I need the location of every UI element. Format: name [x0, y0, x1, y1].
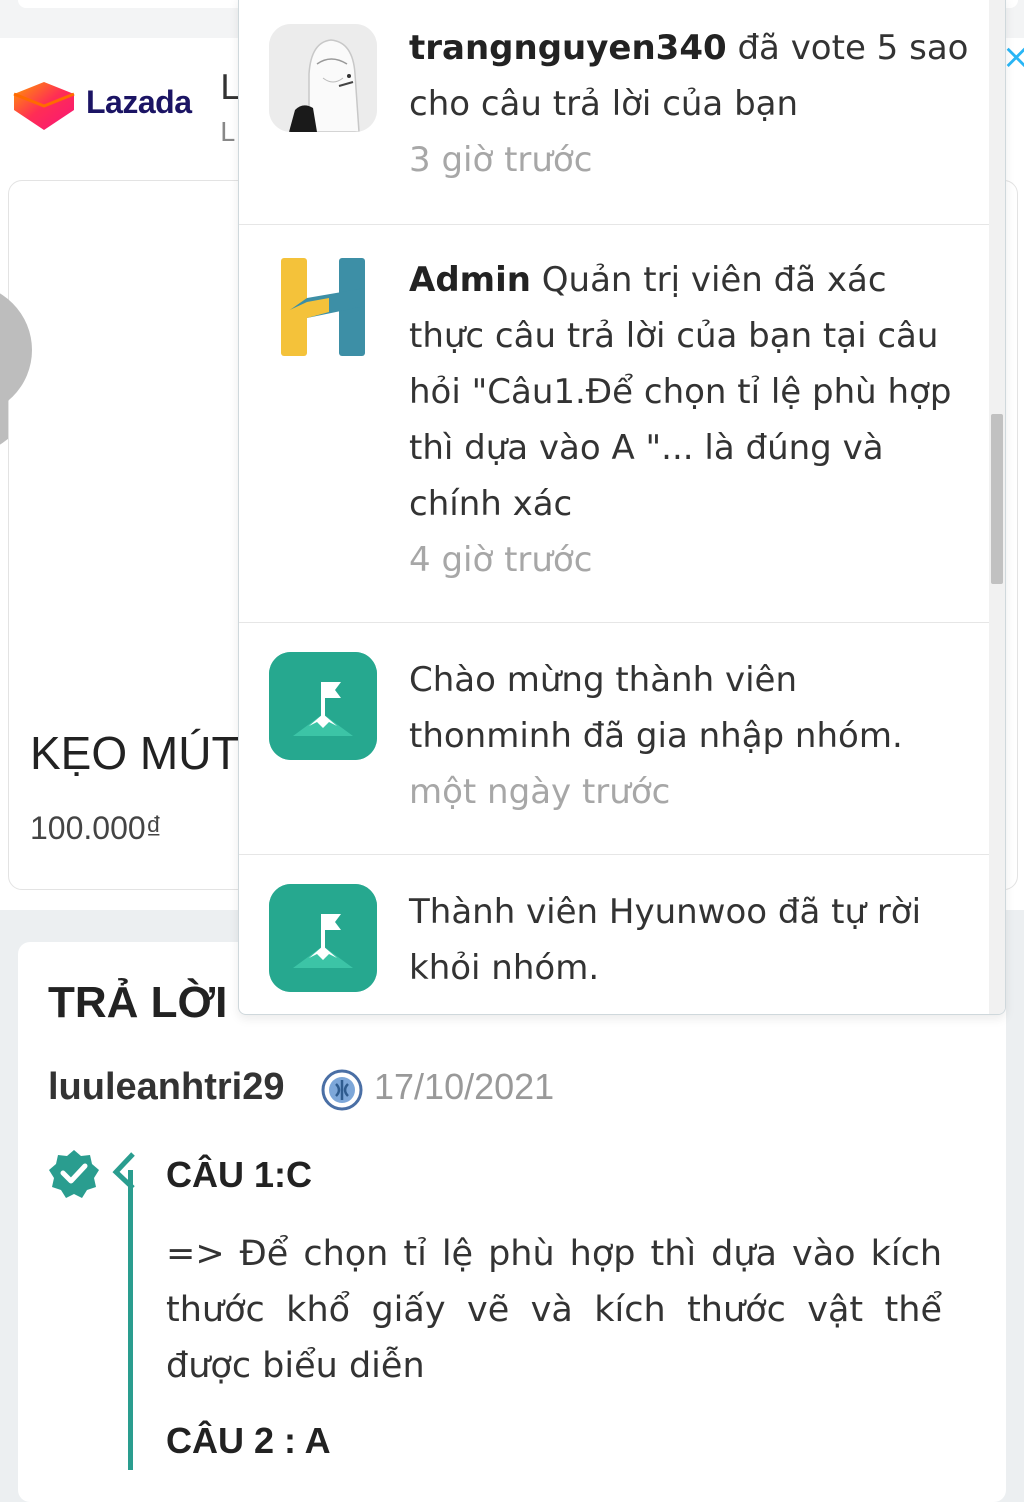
- answer-question-1: CÂU 1:C: [166, 1154, 313, 1195]
- notification-item[interactable]: Chào mừng thành viên thonminh đã gia nhậ…: [239, 622, 989, 855]
- notification-user[interactable]: trangnguyen340: [409, 28, 727, 68]
- hoc24-logo-icon: [281, 258, 365, 356]
- user-photo-icon: [269, 24, 377, 132]
- answer-username[interactable]: luuleanhtri29: [48, 1066, 285, 1109]
- verified-check-icon: [49, 1150, 135, 1198]
- answer-heading: TRẢ LỜI: [48, 978, 228, 1027]
- notification-text: Chào mừng thành viên thonminh đã gia nhậ…: [409, 652, 969, 820]
- group-avatar[interactable]: [269, 652, 377, 760]
- notification-message: Chào mừng thành viên thonminh đã gia nhậ…: [409, 660, 903, 756]
- lazada-heart-icon: [13, 82, 75, 130]
- user-avatar[interactable]: [269, 24, 377, 132]
- product-name[interactable]: KẸO MÚT: [30, 726, 240, 780]
- rank-badge-icon: [321, 1069, 363, 1111]
- notification-item[interactable]: trangnguyen340 đã vote 5 sao cho câu trả…: [239, 0, 989, 225]
- admin-avatar[interactable]: [269, 252, 377, 360]
- scrollbar-track[interactable]: [989, 0, 1005, 1014]
- answer-date: 17/10/2021: [374, 1066, 555, 1107]
- ad-title: L: [220, 68, 239, 108]
- scrollbar-thumb[interactable]: [991, 414, 1003, 584]
- group-flag-icon: [269, 652, 377, 760]
- notification-time: 4 giờ trước: [409, 540, 593, 580]
- ad-subtitle: L: [220, 118, 235, 148]
- answer-thread-line: [128, 1170, 133, 1470]
- notification-message: Thành viên Hyunwoo đã tự rời khỏi nhóm.: [409, 892, 922, 988]
- notification-item[interactable]: Admin Quản trị viên đã xác thực câu trả …: [239, 224, 989, 623]
- group-flag-icon: [269, 884, 377, 992]
- notification-text: trangnguyen340 đã vote 5 sao cho câu trả…: [409, 20, 969, 188]
- group-avatar[interactable]: [269, 884, 377, 992]
- lazada-brand-label[interactable]: Lazada: [86, 84, 192, 121]
- notification-time: một ngày trước: [409, 772, 671, 812]
- notification-dropdown[interactable]: trangnguyen340 đã vote 5 sao cho câu trả…: [238, 0, 1006, 1015]
- notification-text: Admin Quản trị viên đã xác thực câu trả …: [409, 252, 969, 588]
- answer-body: => Để chọn tỉ lệ phù hợp thì dựa vào kíc…: [166, 1234, 942, 1386]
- notification-item[interactable]: Thành viên Hyunwoo đã tự rời khỏi nhóm.: [239, 854, 989, 1014]
- notification-time: 3 giờ trước: [409, 140, 593, 180]
- notification-text: Thành viên Hyunwoo đã tự rời khỏi nhóm.: [409, 884, 969, 996]
- notification-user[interactable]: Admin: [409, 260, 531, 300]
- answer-question-2: CÂU 2 : A: [166, 1420, 331, 1461]
- product-price: 100.000₫: [30, 810, 163, 846]
